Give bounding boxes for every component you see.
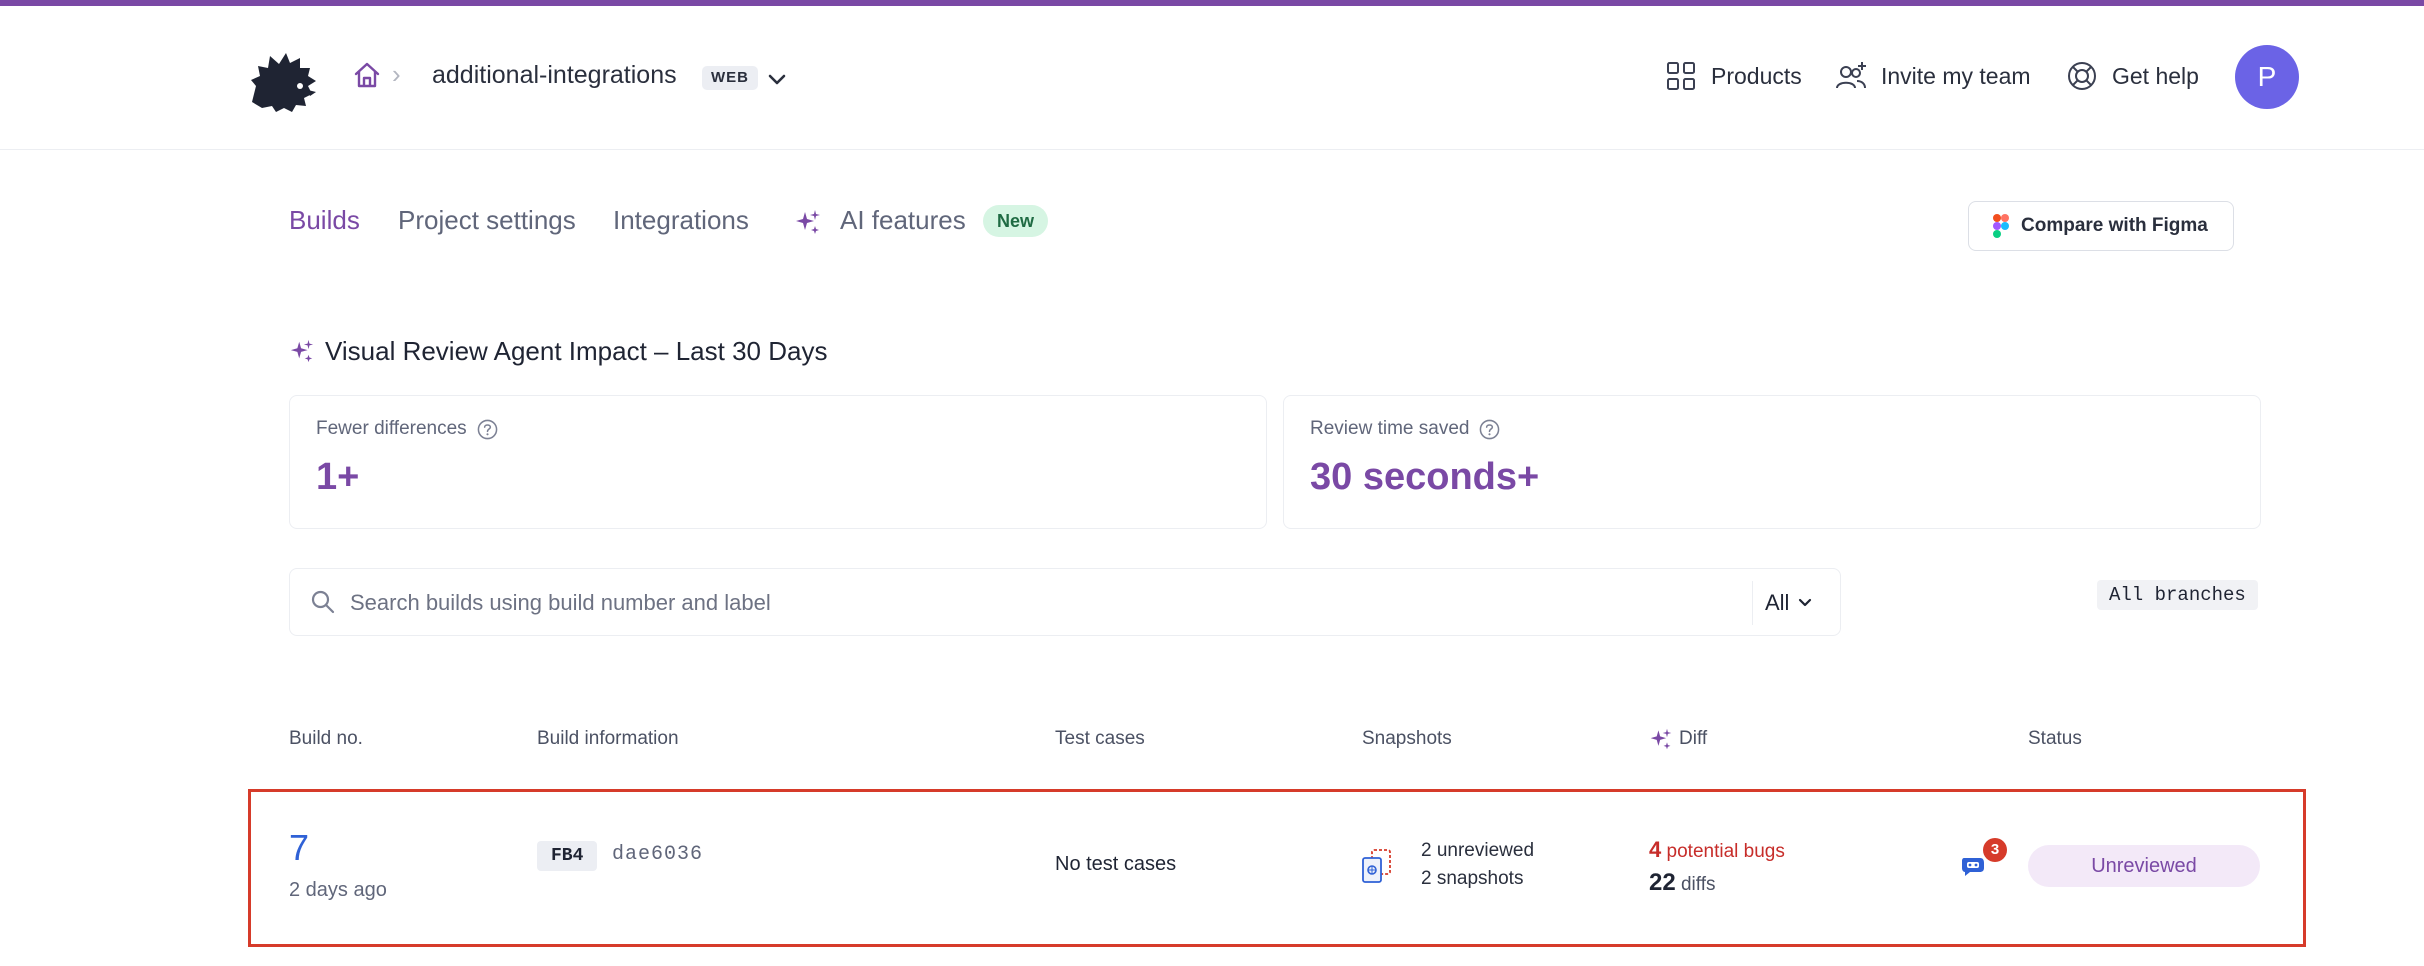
new-badge: New — [983, 205, 1049, 237]
card-label-text: Review time saved — [1310, 418, 1470, 439]
figma-button-label: Compare with Figma — [2021, 215, 2208, 236]
test-cases-value: No test cases — [1055, 853, 1177, 875]
platform-tag: WEB — [702, 66, 758, 90]
commit-hash: dae6036 — [612, 843, 704, 866]
avatar[interactable]: P — [2235, 45, 2299, 109]
chevron-right-icon: › — [392, 59, 401, 89]
column-diff: Diff — [1649, 726, 1707, 752]
grid-icon — [1667, 62, 1695, 90]
build-filter-select[interactable]: All — [1752, 581, 1840, 625]
sparkle-icon — [796, 210, 820, 234]
filter-value: All — [1765, 590, 1790, 615]
bugs-count: 4 — [1649, 837, 1662, 862]
card-label: Review time saved — [1310, 418, 1500, 440]
tab-project-settings[interactable]: Project settings — [398, 200, 576, 240]
figma-icon — [1993, 214, 2009, 238]
build-search-bar: All — [289, 568, 1841, 636]
hedgehog-logo-icon[interactable] — [248, 50, 318, 112]
get-help-button[interactable]: Get help — [2066, 58, 2199, 94]
build-label-tag: FB4 — [537, 841, 598, 871]
sparkle-icon — [290, 339, 314, 363]
column-test-cases: Test cases — [1055, 728, 1145, 749]
help-circle-icon[interactable] — [1479, 419, 1500, 440]
help-label: Get help — [2112, 62, 2199, 89]
chevron-down-icon[interactable] — [766, 68, 788, 90]
impact-section-title: Visual Review Agent Impact – Last 30 Day… — [289, 333, 827, 369]
diffs-count: 22 — [1649, 869, 1676, 896]
card-value: 30 seconds+ — [1310, 456, 1540, 498]
compare-with-figma-button[interactable]: Compare with Figma — [1968, 201, 2234, 251]
diffs-label: diffs — [1675, 874, 1716, 895]
bugs-label: potential bugs — [1661, 841, 1785, 862]
unreviewed-count: 2 unreviewed — [1421, 840, 1535, 861]
products-menu[interactable]: Products — [1665, 58, 1802, 94]
card-value: 1+ — [316, 456, 360, 498]
column-snapshots: Snapshots — [1362, 728, 1452, 749]
snapshot-icon — [1362, 849, 1391, 883]
column-build-information: Build information — [537, 728, 679, 749]
invite-label: Invite my team — [1881, 62, 2031, 89]
build-age: 2 days ago — [289, 879, 387, 901]
impact-title-text: Visual Review Agent Impact – Last 30 Day… — [325, 335, 828, 366]
invite-team-button[interactable]: Invite my team — [1835, 58, 2031, 94]
status-badge[interactable]: Unreviewed — [2028, 845, 2260, 887]
card-label-text: Fewer differences — [316, 418, 467, 439]
lifebuoy-icon — [2068, 62, 2096, 90]
agent-count-badge: 3 — [1983, 838, 2007, 862]
branches-filter[interactable]: All branches — [2097, 580, 2258, 610]
project-name[interactable]: additional-integrations — [432, 57, 677, 93]
sparkle-icon — [1650, 728, 1672, 750]
card-label: Fewer differences — [316, 418, 498, 440]
potential-bugs[interactable]: 4 potential bugs — [1649, 837, 1785, 863]
review-time-saved-card: Review time saved 30 seconds+ — [1283, 395, 2261, 529]
chevron-down-icon — [1799, 598, 1812, 607]
column-diff-label: Diff — [1679, 728, 1708, 749]
column-build-no: Build no. — [289, 728, 363, 749]
products-label: Products — [1711, 62, 1802, 89]
snapshot-count: 2 snapshots — [1421, 868, 1524, 889]
help-circle-icon[interactable] — [477, 419, 498, 440]
build-number-link[interactable]: 7 — [289, 826, 309, 870]
search-icon — [311, 590, 335, 614]
tab-integrations[interactable]: Integrations — [613, 200, 749, 240]
diff-count: 22 diffs — [1649, 869, 1715, 897]
fewer-differences-card: Fewer differences 1+ — [289, 395, 1267, 529]
home-icon[interactable] — [352, 60, 382, 90]
tab-builds[interactable]: Builds — [289, 200, 360, 240]
app-header: › additional-integrations WEB Products I… — [0, 6, 2424, 150]
tab-ai-features[interactable]: AI features — [840, 200, 966, 240]
column-status: Status — [2028, 728, 2082, 749]
search-input[interactable] — [348, 583, 1732, 623]
add-users-icon — [1836, 62, 1866, 89]
